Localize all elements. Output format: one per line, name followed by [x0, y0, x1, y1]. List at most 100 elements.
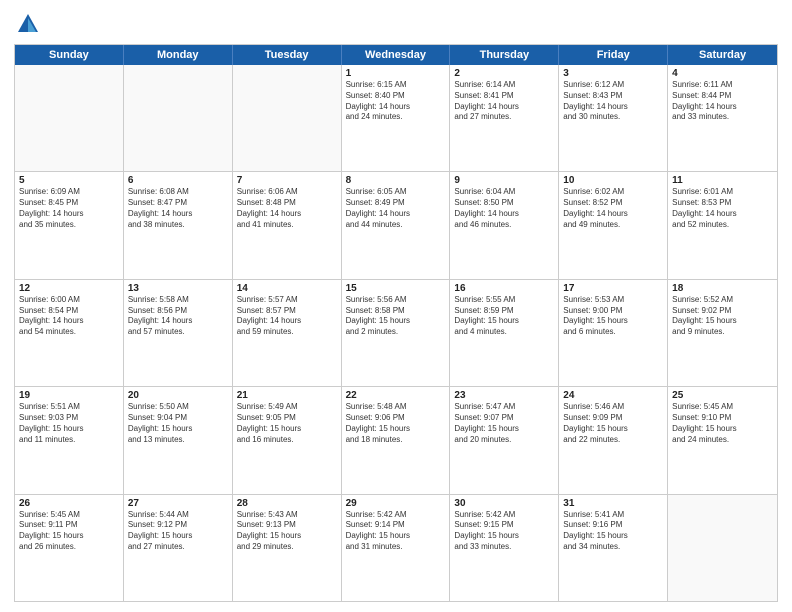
calendar-cell: 10Sunrise: 6:02 AM Sunset: 8:52 PM Dayli…	[559, 172, 668, 278]
day-number: 29	[346, 498, 446, 509]
calendar-header-cell: Friday	[559, 45, 668, 65]
cell-text: Sunrise: 6:08 AM Sunset: 8:47 PM Dayligh…	[128, 187, 228, 230]
calendar: SundayMondayTuesdayWednesdayThursdayFrid…	[14, 44, 778, 602]
cell-text: Sunrise: 5:41 AM Sunset: 9:16 PM Dayligh…	[563, 510, 663, 553]
calendar-cell: 12Sunrise: 6:00 AM Sunset: 8:54 PM Dayli…	[15, 280, 124, 386]
cell-text: Sunrise: 5:57 AM Sunset: 8:57 PM Dayligh…	[237, 295, 337, 338]
day-number: 23	[454, 390, 554, 401]
calendar-cell: 21Sunrise: 5:49 AM Sunset: 9:05 PM Dayli…	[233, 387, 342, 493]
cell-text: Sunrise: 5:52 AM Sunset: 9:02 PM Dayligh…	[672, 295, 773, 338]
day-number: 28	[237, 498, 337, 509]
day-number: 13	[128, 283, 228, 294]
calendar-cell: 2Sunrise: 6:14 AM Sunset: 8:41 PM Daylig…	[450, 65, 559, 171]
calendar-cell: 18Sunrise: 5:52 AM Sunset: 9:02 PM Dayli…	[668, 280, 777, 386]
day-number: 7	[237, 175, 337, 186]
calendar-cell: 30Sunrise: 5:42 AM Sunset: 9:15 PM Dayli…	[450, 495, 559, 601]
cell-text: Sunrise: 6:00 AM Sunset: 8:54 PM Dayligh…	[19, 295, 119, 338]
cell-text: Sunrise: 6:02 AM Sunset: 8:52 PM Dayligh…	[563, 187, 663, 230]
cell-text: Sunrise: 6:11 AM Sunset: 8:44 PM Dayligh…	[672, 80, 773, 123]
cell-text: Sunrise: 5:51 AM Sunset: 9:03 PM Dayligh…	[19, 402, 119, 445]
calendar-cell: 4Sunrise: 6:11 AM Sunset: 8:44 PM Daylig…	[668, 65, 777, 171]
calendar-cell: 22Sunrise: 5:48 AM Sunset: 9:06 PM Dayli…	[342, 387, 451, 493]
calendar-week-row: 26Sunrise: 5:45 AM Sunset: 9:11 PM Dayli…	[15, 495, 777, 601]
calendar-cell: 31Sunrise: 5:41 AM Sunset: 9:16 PM Dayli…	[559, 495, 668, 601]
day-number: 6	[128, 175, 228, 186]
cell-text: Sunrise: 5:48 AM Sunset: 9:06 PM Dayligh…	[346, 402, 446, 445]
cell-text: Sunrise: 6:01 AM Sunset: 8:53 PM Dayligh…	[672, 187, 773, 230]
calendar-header-cell: Thursday	[450, 45, 559, 65]
calendar-cell: 19Sunrise: 5:51 AM Sunset: 9:03 PM Dayli…	[15, 387, 124, 493]
cell-text: Sunrise: 5:44 AM Sunset: 9:12 PM Dayligh…	[128, 510, 228, 553]
calendar-cell: 15Sunrise: 5:56 AM Sunset: 8:58 PM Dayli…	[342, 280, 451, 386]
cell-text: Sunrise: 6:15 AM Sunset: 8:40 PM Dayligh…	[346, 80, 446, 123]
cell-text: Sunrise: 6:05 AM Sunset: 8:49 PM Dayligh…	[346, 187, 446, 230]
day-number: 16	[454, 283, 554, 294]
calendar-cell: 14Sunrise: 5:57 AM Sunset: 8:57 PM Dayli…	[233, 280, 342, 386]
calendar-week-row: 12Sunrise: 6:00 AM Sunset: 8:54 PM Dayli…	[15, 280, 777, 387]
day-number: 30	[454, 498, 554, 509]
calendar-cell: 13Sunrise: 5:58 AM Sunset: 8:56 PM Dayli…	[124, 280, 233, 386]
day-number: 9	[454, 175, 554, 186]
page: SundayMondayTuesdayWednesdayThursdayFrid…	[0, 0, 792, 612]
calendar-week-row: 5Sunrise: 6:09 AM Sunset: 8:45 PM Daylig…	[15, 172, 777, 279]
calendar-body: 1Sunrise: 6:15 AM Sunset: 8:40 PM Daylig…	[15, 65, 777, 601]
calendar-cell: 26Sunrise: 5:45 AM Sunset: 9:11 PM Dayli…	[15, 495, 124, 601]
day-number: 20	[128, 390, 228, 401]
day-number: 24	[563, 390, 663, 401]
calendar-cell: 6Sunrise: 6:08 AM Sunset: 8:47 PM Daylig…	[124, 172, 233, 278]
cell-text: Sunrise: 5:58 AM Sunset: 8:56 PM Dayligh…	[128, 295, 228, 338]
calendar-header-cell: Sunday	[15, 45, 124, 65]
cell-text: Sunrise: 5:43 AM Sunset: 9:13 PM Dayligh…	[237, 510, 337, 553]
day-number: 10	[563, 175, 663, 186]
cell-text: Sunrise: 6:14 AM Sunset: 8:41 PM Dayligh…	[454, 80, 554, 123]
day-number: 22	[346, 390, 446, 401]
day-number: 4	[672, 68, 773, 79]
calendar-header-cell: Tuesday	[233, 45, 342, 65]
day-number: 2	[454, 68, 554, 79]
day-number: 8	[346, 175, 446, 186]
calendar-header: SundayMondayTuesdayWednesdayThursdayFrid…	[15, 45, 777, 65]
cell-text: Sunrise: 5:53 AM Sunset: 9:00 PM Dayligh…	[563, 295, 663, 338]
day-number: 3	[563, 68, 663, 79]
logo-icon	[14, 10, 42, 38]
cell-text: Sunrise: 6:12 AM Sunset: 8:43 PM Dayligh…	[563, 80, 663, 123]
calendar-cell: 16Sunrise: 5:55 AM Sunset: 8:59 PM Dayli…	[450, 280, 559, 386]
cell-text: Sunrise: 5:55 AM Sunset: 8:59 PM Dayligh…	[454, 295, 554, 338]
cell-text: Sunrise: 6:06 AM Sunset: 8:48 PM Dayligh…	[237, 187, 337, 230]
cell-text: Sunrise: 5:56 AM Sunset: 8:58 PM Dayligh…	[346, 295, 446, 338]
calendar-cell: 20Sunrise: 5:50 AM Sunset: 9:04 PM Dayli…	[124, 387, 233, 493]
cell-text: Sunrise: 5:45 AM Sunset: 9:11 PM Dayligh…	[19, 510, 119, 553]
cell-text: Sunrise: 5:42 AM Sunset: 9:15 PM Dayligh…	[454, 510, 554, 553]
day-number: 17	[563, 283, 663, 294]
day-number: 19	[19, 390, 119, 401]
cell-text: Sunrise: 5:45 AM Sunset: 9:10 PM Dayligh…	[672, 402, 773, 445]
calendar-cell: 27Sunrise: 5:44 AM Sunset: 9:12 PM Dayli…	[124, 495, 233, 601]
day-number: 11	[672, 175, 773, 186]
day-number: 25	[672, 390, 773, 401]
calendar-week-row: 19Sunrise: 5:51 AM Sunset: 9:03 PM Dayli…	[15, 387, 777, 494]
calendar-cell: 1Sunrise: 6:15 AM Sunset: 8:40 PM Daylig…	[342, 65, 451, 171]
calendar-cell: 25Sunrise: 5:45 AM Sunset: 9:10 PM Dayli…	[668, 387, 777, 493]
cell-text: Sunrise: 5:47 AM Sunset: 9:07 PM Dayligh…	[454, 402, 554, 445]
logo	[14, 10, 46, 38]
calendar-cell: 8Sunrise: 6:05 AM Sunset: 8:49 PM Daylig…	[342, 172, 451, 278]
cell-text: Sunrise: 6:09 AM Sunset: 8:45 PM Dayligh…	[19, 187, 119, 230]
day-number: 15	[346, 283, 446, 294]
calendar-header-cell: Wednesday	[342, 45, 451, 65]
day-number: 27	[128, 498, 228, 509]
calendar-cell: 17Sunrise: 5:53 AM Sunset: 9:00 PM Dayli…	[559, 280, 668, 386]
day-number: 1	[346, 68, 446, 79]
calendar-header-cell: Saturday	[668, 45, 777, 65]
calendar-cell: 7Sunrise: 6:06 AM Sunset: 8:48 PM Daylig…	[233, 172, 342, 278]
calendar-week-row: 1Sunrise: 6:15 AM Sunset: 8:40 PM Daylig…	[15, 65, 777, 172]
cell-text: Sunrise: 5:49 AM Sunset: 9:05 PM Dayligh…	[237, 402, 337, 445]
calendar-cell: 23Sunrise: 5:47 AM Sunset: 9:07 PM Dayli…	[450, 387, 559, 493]
cell-text: Sunrise: 5:42 AM Sunset: 9:14 PM Dayligh…	[346, 510, 446, 553]
calendar-cell: 3Sunrise: 6:12 AM Sunset: 8:43 PM Daylig…	[559, 65, 668, 171]
day-number: 31	[563, 498, 663, 509]
cell-text: Sunrise: 6:04 AM Sunset: 8:50 PM Dayligh…	[454, 187, 554, 230]
calendar-cell	[15, 65, 124, 171]
calendar-cell	[124, 65, 233, 171]
calendar-header-cell: Monday	[124, 45, 233, 65]
day-number: 14	[237, 283, 337, 294]
